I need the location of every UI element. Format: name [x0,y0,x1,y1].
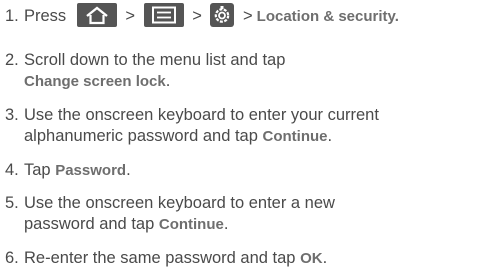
step-text: password and tap [24,215,155,233]
step-number: 1. [5,7,19,25]
step-term: Continue [262,128,328,145]
home-icon [76,2,117,27]
step-text: Scroll down to the menu list and tap [24,51,286,69]
step-number: 3. [5,106,19,124]
step-suffix: . [327,127,333,145]
step-number: 6. [5,249,19,267]
step-text: Press [24,7,67,25]
step-suffix: . [165,72,171,90]
step-3: 3. Use the onscreen keyboard to enter yo… [5,105,479,147]
step-text: Use the onscreen keyboard to enter a new [24,194,335,212]
step-number: 4. [5,161,19,179]
step-term: Password [55,162,127,179]
step-term: Location & security [256,8,395,25]
step-4: 4. Tap Password. [5,160,479,181]
step-suffix: . [394,8,399,25]
separator: > [243,7,253,25]
settings-icon [210,2,235,27]
step-term: OK [300,250,323,267]
step-1: 1. Press > > > Location & security. [5,2,479,27]
menu-icon [143,2,184,27]
step-text: Re-enter the same password and tap [24,249,296,267]
separator: > [125,7,136,25]
step-term: Continue [158,216,224,233]
separator: > [192,7,202,25]
step-term: Change screen lock [24,73,166,90]
step-suffix: . [223,215,229,233]
step-number: 2. [5,51,19,69]
step-suffix: . [322,249,328,267]
step-5: 5. Use the onscreen keyboard to enter a … [5,193,479,235]
step-6: 6. Re-enter the same password and tap OK… [5,248,479,269]
instruction-steps: 1. Press > > > Location & security. 2. S… [0,0,481,277]
step-suffix: . [126,161,131,179]
step-text: Use the onscreen keyboard to enter your … [24,106,379,124]
step-text: Tap [24,161,51,179]
step-text: alphanumeric password and tap [24,127,258,145]
step-2: 2. Scroll down to the menu list and tap … [5,50,479,92]
step-number: 5. [5,194,19,212]
